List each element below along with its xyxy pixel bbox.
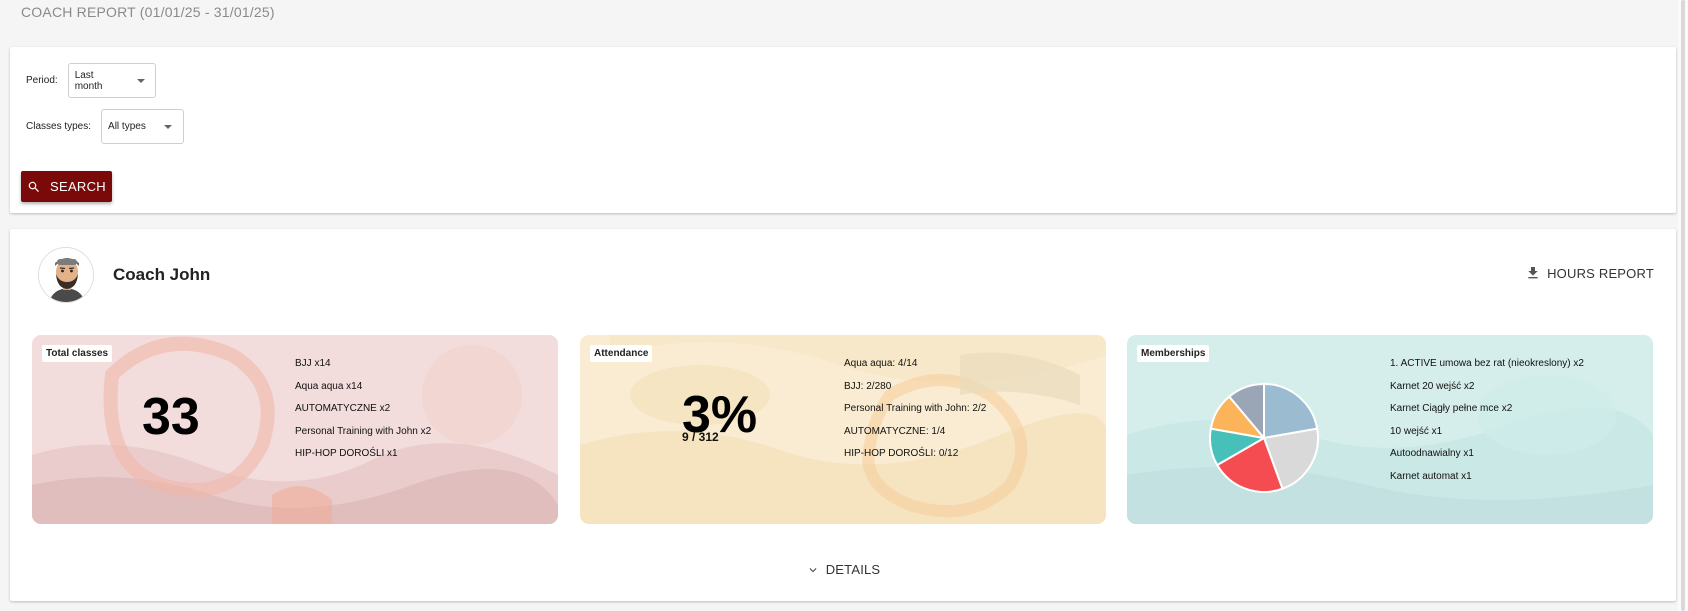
filters-card: Period: Last month Classes types: All ty… <box>10 47 1676 213</box>
period-label: Period: <box>26 75 58 86</box>
list-item: Karnet 20 wejść x2 <box>1390 380 1475 392</box>
chevron-down-icon <box>163 124 172 129</box>
list-item: Aqua aqua: 4/14 <box>844 358 918 369</box>
memberships-card: Memberships 1. ACTIVE umowa bez rat (nie… <box>1127 335 1653 524</box>
list-item: HIP-HOP DOROŚLI x1 <box>295 448 398 460</box>
search-icon <box>28 181 39 192</box>
list-item: Karnet Ciągły pełne mce x2 <box>1390 403 1513 415</box>
list-item: Autoodnawialny x1 <box>1390 448 1474 460</box>
coach-name: Coach John <box>113 265 211 284</box>
period-filter: Period: Last month <box>26 63 156 98</box>
attendance-card: Attendance 3% 9 / 312 Aqua aqua: 4/14 BJ… <box>580 335 1106 524</box>
list-item: AUTOMATYCZNE: 1/4 <box>844 425 946 437</box>
hours-report-button[interactable]: HOURS REPORT <box>1525 265 1654 281</box>
list-item: HIP-HOP DOROŚLI: 0/12 <box>844 448 959 460</box>
class-types-label: Classes types: <box>26 121 92 132</box>
memberships-list: 1. ACTIVE umowa bez rat (nieokreslony) x… <box>1390 357 1584 493</box>
coach-report-card: Coach John HOURS REPORT Total classes 33… <box>10 229 1676 601</box>
download-icon <box>1528 267 1538 279</box>
decorative-background <box>580 335 1106 524</box>
chevron-down-icon <box>809 567 817 572</box>
hours-report-label: HOURS REPORT <box>1547 265 1654 281</box>
details-button[interactable]: DETAILS <box>806 562 881 577</box>
scrollbar-thumb[interactable] <box>1681 0 1685 611</box>
search-button[interactable]: SEARCH <box>21 171 112 202</box>
list-item: Personal Training with John: 2/2 <box>844 403 987 415</box>
total-classes-value: 33 <box>142 388 200 446</box>
details-label: DETAILS <box>825 562 881 577</box>
total-classes-card: Total classes 33 BJJ x14 Aqua aqua x14 A… <box>32 335 558 524</box>
period-select[interactable]: Last month <box>67 63 156 98</box>
list-item: BJJ x14 <box>295 358 331 369</box>
list-item: 1. ACTIVE umowa bez rat (nieokreslony) x… <box>1390 358 1584 369</box>
list-item: Personal Training with John x2 <box>295 425 432 437</box>
class-types-select[interactable]: All types <box>101 109 185 144</box>
period-value: Last month <box>74 69 103 92</box>
list-item: AUTOMATYCZNE x2 <box>295 403 391 415</box>
memberships-pie-chart <box>1209 382 1319 493</box>
details-toggle: DETAILS <box>10 562 1676 577</box>
list-item: Aqua aqua x14 <box>295 380 363 392</box>
memberships-label: Memberships <box>1137 345 1210 362</box>
chevron-down-icon <box>136 78 145 83</box>
list-item: BJJ: 2/280 <box>844 380 892 392</box>
scrollbar[interactable] <box>1678 0 1688 611</box>
attendance-label: Attendance <box>590 345 653 362</box>
total-classes-list: BJJ x14 Aqua aqua x14 AUTOMATYCZNE x2 Pe… <box>295 357 431 470</box>
total-classes-label: Total classes <box>42 345 113 362</box>
list-item: Karnet automat x1 <box>1390 470 1472 482</box>
search-button-label: SEARCH <box>50 179 106 194</box>
attendance-ratio: 9 / 312 <box>682 430 719 444</box>
class-types-filter: Classes types: All types <box>26 109 185 144</box>
avatar <box>38 247 94 303</box>
class-types-value: All types <box>108 121 146 132</box>
page-title: COACH REPORT (01/01/25 - 31/01/25) <box>21 4 275 20</box>
list-item: 10 wejść x1 <box>1390 425 1443 437</box>
attendance-list: Aqua aqua: 4/14 BJJ: 2/280 Personal Trai… <box>844 357 986 470</box>
